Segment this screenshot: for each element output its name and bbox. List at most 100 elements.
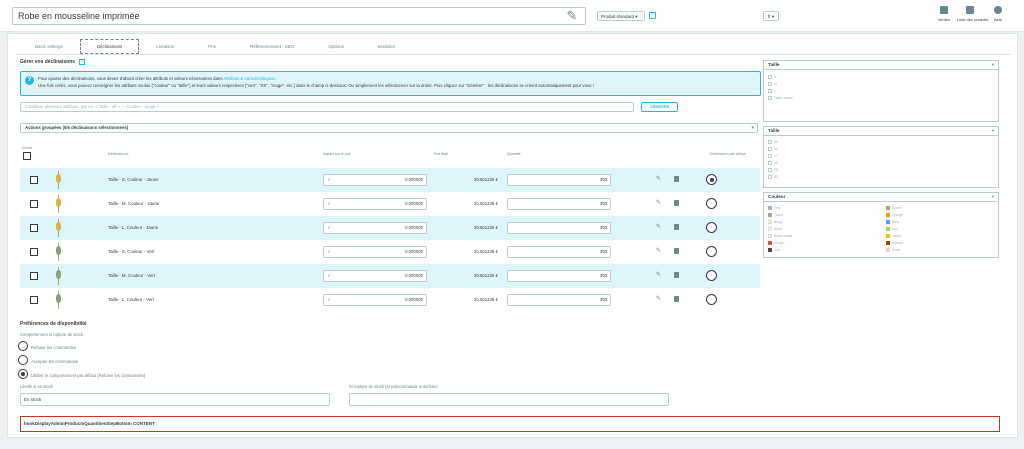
combine-attributes-input[interactable]: Combiner plusieurs attributs, par ex. « … bbox=[20, 102, 634, 112]
price-impact-input[interactable]: €0.000000 bbox=[323, 198, 427, 210]
color-option[interactable]: Marron bbox=[886, 241, 903, 246]
attribute-option[interactable]: L bbox=[768, 89, 776, 94]
tab-seo[interactable]: Référencement - SEO bbox=[233, 39, 311, 54]
sales-button[interactable]: Ventes bbox=[931, 6, 957, 28]
help-icon[interactable]: ? bbox=[79, 59, 85, 65]
color-option[interactable]: Rouge bbox=[768, 241, 784, 246]
checkbox[interactable] bbox=[768, 75, 772, 80]
product-list-button[interactable]: Liste des produits bbox=[957, 6, 988, 28]
row-checkbox[interactable] bbox=[30, 200, 38, 208]
quantity-input[interactable]: 300 bbox=[507, 246, 611, 258]
tab-combinations[interactable]: Déclinaisons bbox=[79, 39, 140, 54]
attribute-option[interactable]: 38 bbox=[768, 161, 778, 166]
language-select[interactable]: fr ▾ bbox=[763, 11, 779, 21]
panel-header[interactable]: Taille ▾ bbox=[764, 127, 998, 136]
row-checkbox[interactable] bbox=[30, 176, 38, 184]
checkbox[interactable] bbox=[768, 140, 772, 145]
default-radio[interactable] bbox=[706, 222, 717, 233]
pencil-icon[interactable]: ✎ bbox=[656, 248, 661, 254]
color-option[interactable]: Noir bbox=[768, 248, 780, 253]
checkbox[interactable] bbox=[768, 175, 772, 180]
pencil-icon[interactable]: ✎ bbox=[656, 224, 661, 230]
attribute-option[interactable]: 39 bbox=[768, 168, 778, 173]
select-all-checkbox[interactable] bbox=[23, 152, 31, 160]
trash-icon[interactable] bbox=[674, 272, 679, 278]
row-checkbox[interactable] bbox=[30, 224, 38, 232]
checkbox[interactable] bbox=[768, 154, 772, 159]
row-checkbox[interactable] bbox=[30, 296, 38, 304]
checkbox[interactable] bbox=[768, 96, 772, 101]
color-option[interactable]: Beige bbox=[768, 220, 783, 225]
color-option[interactable]: Taupe bbox=[768, 213, 783, 218]
radio-button[interactable] bbox=[18, 369, 28, 379]
price-impact-input[interactable]: €0.000000 bbox=[323, 174, 427, 186]
trash-icon[interactable] bbox=[674, 296, 679, 302]
tab-shipping[interactable]: Livraison bbox=[139, 39, 191, 54]
attributes-link[interactable]: Attributs & caractéristiques bbox=[223, 76, 274, 81]
row-checkbox[interactable] bbox=[30, 248, 38, 256]
tab-modules[interactable]: Modules bbox=[361, 39, 412, 54]
panel-header[interactable]: Couleur ▾ bbox=[764, 193, 998, 202]
product-type-select[interactable]: Produit standard ▾ bbox=[597, 11, 645, 21]
tab-options[interactable]: Options bbox=[311, 39, 361, 54]
attribute-option[interactable]: 36 bbox=[768, 147, 778, 152]
generate-button[interactable]: GÉNÉRER bbox=[641, 102, 678, 112]
color-option[interactable]: Blanc cassé bbox=[768, 234, 792, 239]
attribute-option[interactable]: M bbox=[768, 82, 777, 87]
default-radio[interactable] bbox=[706, 174, 717, 185]
attribute-option[interactable]: 35 bbox=[768, 140, 778, 145]
default-radio[interactable] bbox=[706, 246, 717, 257]
panel-header[interactable]: Taille ▾ bbox=[764, 61, 998, 70]
product-name-input[interactable]: Robe en mousseline imprimée bbox=[12, 7, 586, 25]
attribute-option[interactable]: 40 bbox=[768, 175, 778, 180]
default-behaviour-option[interactable]: Utiliser le comportement par défaut (Ref… bbox=[18, 369, 318, 381]
color-option[interactable]: Rose bbox=[886, 248, 900, 253]
attribute-option[interactable]: Taille unique bbox=[768, 96, 793, 101]
pencil-icon[interactable]: ✎ bbox=[656, 200, 661, 206]
pencil-icon[interactable]: ✎ bbox=[656, 296, 661, 302]
trash-icon[interactable] bbox=[674, 200, 679, 206]
quantity-input[interactable]: 300 bbox=[507, 174, 611, 186]
tab-pricing[interactable]: Prix bbox=[191, 39, 233, 54]
help-button[interactable]: Aide bbox=[985, 6, 1011, 28]
instock-input[interactable]: En stock bbox=[20, 393, 330, 406]
default-radio[interactable] bbox=[706, 270, 717, 281]
price-impact-input[interactable]: €0.000000 bbox=[323, 222, 427, 234]
color-option[interactable]: Jaune bbox=[886, 234, 901, 239]
oos-input[interactable] bbox=[349, 393, 669, 406]
help-icon[interactable]: ? bbox=[649, 12, 656, 19]
price-impact-input[interactable]: €0.000000 bbox=[323, 270, 427, 282]
checkbox[interactable] bbox=[768, 168, 772, 173]
radio-button[interactable] bbox=[18, 355, 28, 365]
attribute-option[interactable]: S bbox=[768, 75, 776, 80]
checkbox[interactable] bbox=[768, 82, 772, 87]
radio-button[interactable] bbox=[18, 341, 28, 351]
attribute-option[interactable]: 37 bbox=[768, 154, 778, 159]
quantity-input[interactable]: 300 bbox=[507, 270, 611, 282]
row-checkbox[interactable] bbox=[30, 272, 38, 280]
pencil-icon[interactable]: ✎ bbox=[656, 176, 661, 182]
checkbox[interactable] bbox=[768, 147, 772, 152]
quantity-input[interactable]: 300 bbox=[507, 222, 611, 234]
price-impact-input[interactable]: €0.000000 bbox=[323, 246, 427, 258]
pencil-icon[interactable]: ✎ bbox=[656, 272, 661, 278]
trash-icon[interactable] bbox=[674, 224, 679, 230]
default-radio[interactable] bbox=[706, 294, 717, 305]
default-radio[interactable] bbox=[706, 198, 717, 209]
quantity-input[interactable]: 300 bbox=[507, 198, 611, 210]
trash-icon[interactable] bbox=[674, 176, 679, 182]
deny-orders-option[interactable]: Refuser les commandes bbox=[18, 341, 318, 353]
tab-basic-settings[interactable]: Basic settings bbox=[18, 39, 80, 54]
color-option[interactable]: Blanc bbox=[768, 227, 782, 232]
color-option[interactable]: Gris bbox=[768, 206, 780, 211]
checkbox[interactable] bbox=[768, 89, 772, 94]
color-option[interactable]: Vert bbox=[886, 227, 898, 232]
color-option[interactable]: Camel bbox=[886, 206, 902, 211]
color-option[interactable]: Orange bbox=[886, 213, 903, 218]
accept-orders-option[interactable]: Accepter les commandes bbox=[18, 355, 318, 367]
color-option[interactable]: Bleu bbox=[886, 220, 899, 225]
bulk-actions-dropdown[interactable]: Actions groupées (0/6 déclinaisons sélec… bbox=[20, 123, 758, 133]
pencil-icon[interactable]: ✎ bbox=[562, 7, 582, 25]
quantity-input[interactable]: 300 bbox=[507, 294, 611, 306]
price-impact-input[interactable]: €0.000000 bbox=[323, 294, 427, 306]
